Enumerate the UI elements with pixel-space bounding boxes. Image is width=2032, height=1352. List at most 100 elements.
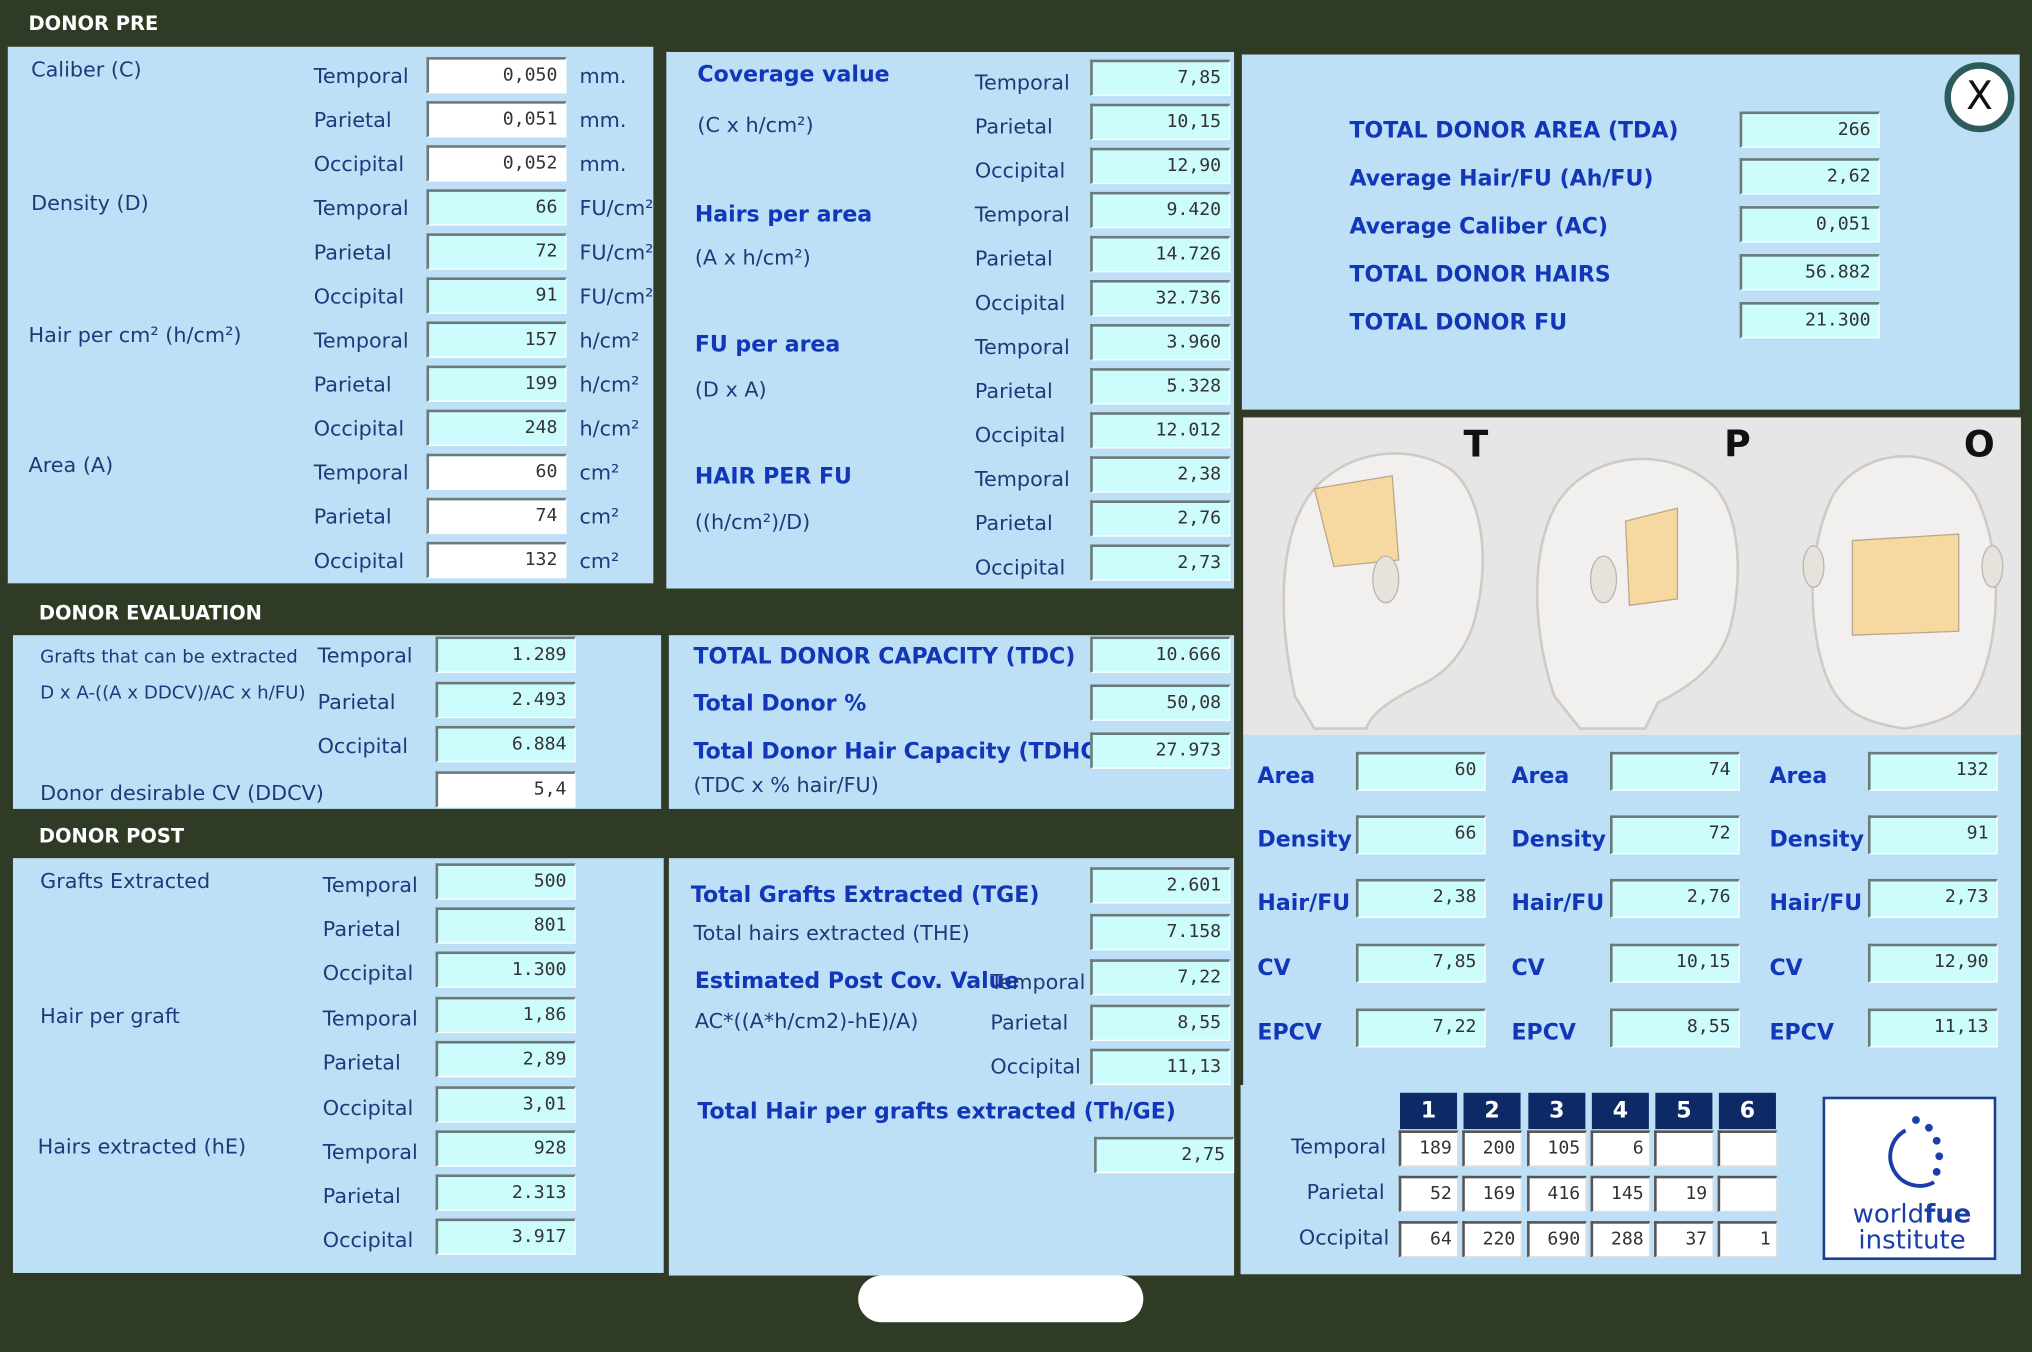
grid-cell[interactable] — [1654, 1130, 1714, 1167]
pre-value-field[interactable]: 132 — [426, 541, 567, 579]
parietal-cv-value: 10,15 — [1610, 943, 1740, 983]
pre-unit-label: cm² — [579, 460, 620, 485]
parietal-epcv-label: EPCV — [1511, 1020, 1576, 1047]
mid-region-label: Parietal — [974, 510, 1053, 536]
fu-area-formula: (D x A) — [694, 377, 767, 402]
pre-region-label: Parietal — [313, 107, 392, 133]
thge-label: Total Hair per grafts extracted (Th/GE) — [697, 1099, 1176, 1126]
head-letter-t: T — [1463, 422, 1489, 466]
grid-cell[interactable]: 416 — [1527, 1175, 1587, 1213]
pre-value-field[interactable]: 60 — [426, 453, 567, 491]
grid-cell[interactable]: 288 — [1590, 1221, 1651, 1258]
pre-region-label: Temporal — [313, 63, 409, 89]
pre-value-field[interactable]: 0,050 — [426, 57, 567, 94]
grid-cell[interactable]: 189 — [1398, 1130, 1459, 1167]
grid-cell[interactable]: 37 — [1654, 1221, 1714, 1258]
post-region-label: Parietal — [322, 1183, 401, 1209]
pre-unit-label: FU/cm² — [579, 283, 654, 309]
post-region-label: Occipital — [322, 1227, 414, 1253]
grid-cell[interactable]: 169 — [1462, 1175, 1522, 1213]
pre-unit-label: h/cm² — [579, 327, 640, 353]
hairs-extracted-label: Hairs extracted (hE) — [37, 1134, 247, 1159]
mid-region-label: Occipital — [974, 422, 1066, 448]
parietal-density-value: 72 — [1610, 815, 1740, 855]
donor-eval-header: DONOR EVALUATION — [12, 591, 662, 636]
ahfu-label: Average Hair/FU (Ah/FU) — [1349, 165, 1654, 192]
post-value-field: 801 — [435, 907, 576, 944]
total-hairs-label: TOTAL DONOR HAIRS — [1349, 261, 1611, 288]
grid-col-header: 3 — [1528, 1092, 1586, 1130]
grid-cell[interactable] — [1717, 1175, 1778, 1213]
mid-region-label: Occipital — [974, 158, 1066, 183]
epcv-occipital-label: Occipital — [990, 1053, 1081, 1079]
pre-unit-label: h/cm² — [579, 372, 640, 397]
post-region-label: Parietal — [322, 1050, 401, 1075]
fu-area-label: FU per area — [694, 331, 841, 358]
total-donor-pct-value: 50,08 — [1090, 684, 1231, 721]
pre-unit-label: FU/cm² — [579, 195, 654, 221]
grid-cell[interactable]: 200 — [1462, 1130, 1522, 1167]
grid-cell[interactable] — [1717, 1130, 1778, 1167]
pre-value-field[interactable]: 74 — [426, 497, 567, 535]
epcv-parietal-label: Parietal — [990, 1009, 1069, 1035]
mid-value-field: 3.960 — [1090, 324, 1231, 361]
pre-value-field[interactable]: 0,052 — [426, 145, 567, 182]
temporal-hairfu-label: Hair/FU — [1257, 890, 1351, 917]
grid-row-label: Parietal — [1306, 1179, 1385, 1205]
mid-value-field: 10,15 — [1090, 103, 1231, 141]
grid-col-header: 4 — [1591, 1092, 1649, 1130]
parietal-area-label: Area — [1511, 763, 1570, 790]
totals-header — [1241, 7, 2020, 55]
grid-cell[interactable]: 52 — [1398, 1175, 1459, 1213]
grid-cell[interactable]: 1 — [1717, 1221, 1778, 1258]
grafts-extractable-label: Grafts that can be extracted — [40, 646, 298, 668]
temporal-epcv-value: 7,22 — [1355, 1008, 1486, 1048]
grid-cell[interactable]: 105 — [1527, 1130, 1587, 1167]
mid-region-label: Occipital — [974, 554, 1066, 580]
close-button[interactable]: X — [1944, 62, 2015, 133]
epcv-formula: AC*((A*h/cm2)-hE)/A) — [694, 1008, 919, 1034]
pre-region-label: Temporal — [313, 327, 409, 353]
pre-value-field[interactable]: 0,051 — [426, 101, 567, 138]
mid-region-label: Temporal — [974, 202, 1070, 227]
logo-arc-icon — [1888, 1116, 1944, 1188]
temporal-hairfu-value: 2,38 — [1355, 878, 1486, 918]
occipital-cv-label: CV — [1769, 955, 1803, 982]
grid-cell[interactable]: 690 — [1527, 1221, 1587, 1258]
pre-unit-label: mm. — [579, 107, 627, 133]
hair-fu-label: HAIR PER FU — [694, 464, 852, 491]
eval-temporal-label: Temporal — [317, 642, 413, 668]
post-value-field: 2,89 — [435, 1040, 576, 1078]
post-region-label: Occipital — [322, 960, 414, 986]
mid-region-label: Parietal — [974, 114, 1053, 139]
grid-col-header: 5 — [1655, 1092, 1713, 1130]
grid-cell[interactable]: 220 — [1462, 1221, 1522, 1258]
eval-parietal-value: 2.493 — [435, 681, 576, 719]
grid-cell[interactable]: 145 — [1590, 1175, 1651, 1213]
grid-cell[interactable]: 6 — [1590, 1130, 1651, 1167]
occipital-head-icon — [1802, 455, 2004, 730]
epcv-temporal-label: Temporal — [990, 969, 1086, 995]
grid-row-label: Temporal — [1291, 1134, 1387, 1159]
grid-cell[interactable]: 64 — [1398, 1221, 1459, 1258]
occipital-cv-value: 12,90 — [1867, 943, 1998, 983]
ddcv-input[interactable]: 5,4 — [435, 771, 576, 808]
tdhc-label: Total Donor Hair Capacity (TDHC) — [693, 738, 1107, 765]
occipital-density-value: 91 — [1867, 815, 1998, 855]
ahfu-value: 2,62 — [1739, 158, 1880, 195]
grid-col-header: 1 — [1400, 1092, 1458, 1130]
mid-region-label: Temporal — [974, 70, 1070, 95]
epcv-temporal-value: 7,22 — [1090, 959, 1231, 996]
head-diagrams: T P O — [1243, 417, 2021, 736]
hair-fu-formula: ((h/cm²)/D) — [694, 509, 811, 535]
pre-region-label: Parietal — [313, 504, 392, 529]
occipital-hairfu-label: Hair/FU — [1769, 890, 1863, 917]
eval-occipital-value: 6.884 — [435, 725, 576, 763]
pre-unit-label: cm² — [579, 548, 620, 573]
mid-value-field: 7,85 — [1090, 59, 1231, 96]
post-region-label: Temporal — [322, 1005, 418, 1031]
parietal-head-icon — [1535, 457, 1740, 730]
mid-value-field: 9.420 — [1090, 191, 1231, 229]
post-value-field: 500 — [435, 863, 576, 900]
grid-cell[interactable]: 19 — [1654, 1175, 1714, 1213]
